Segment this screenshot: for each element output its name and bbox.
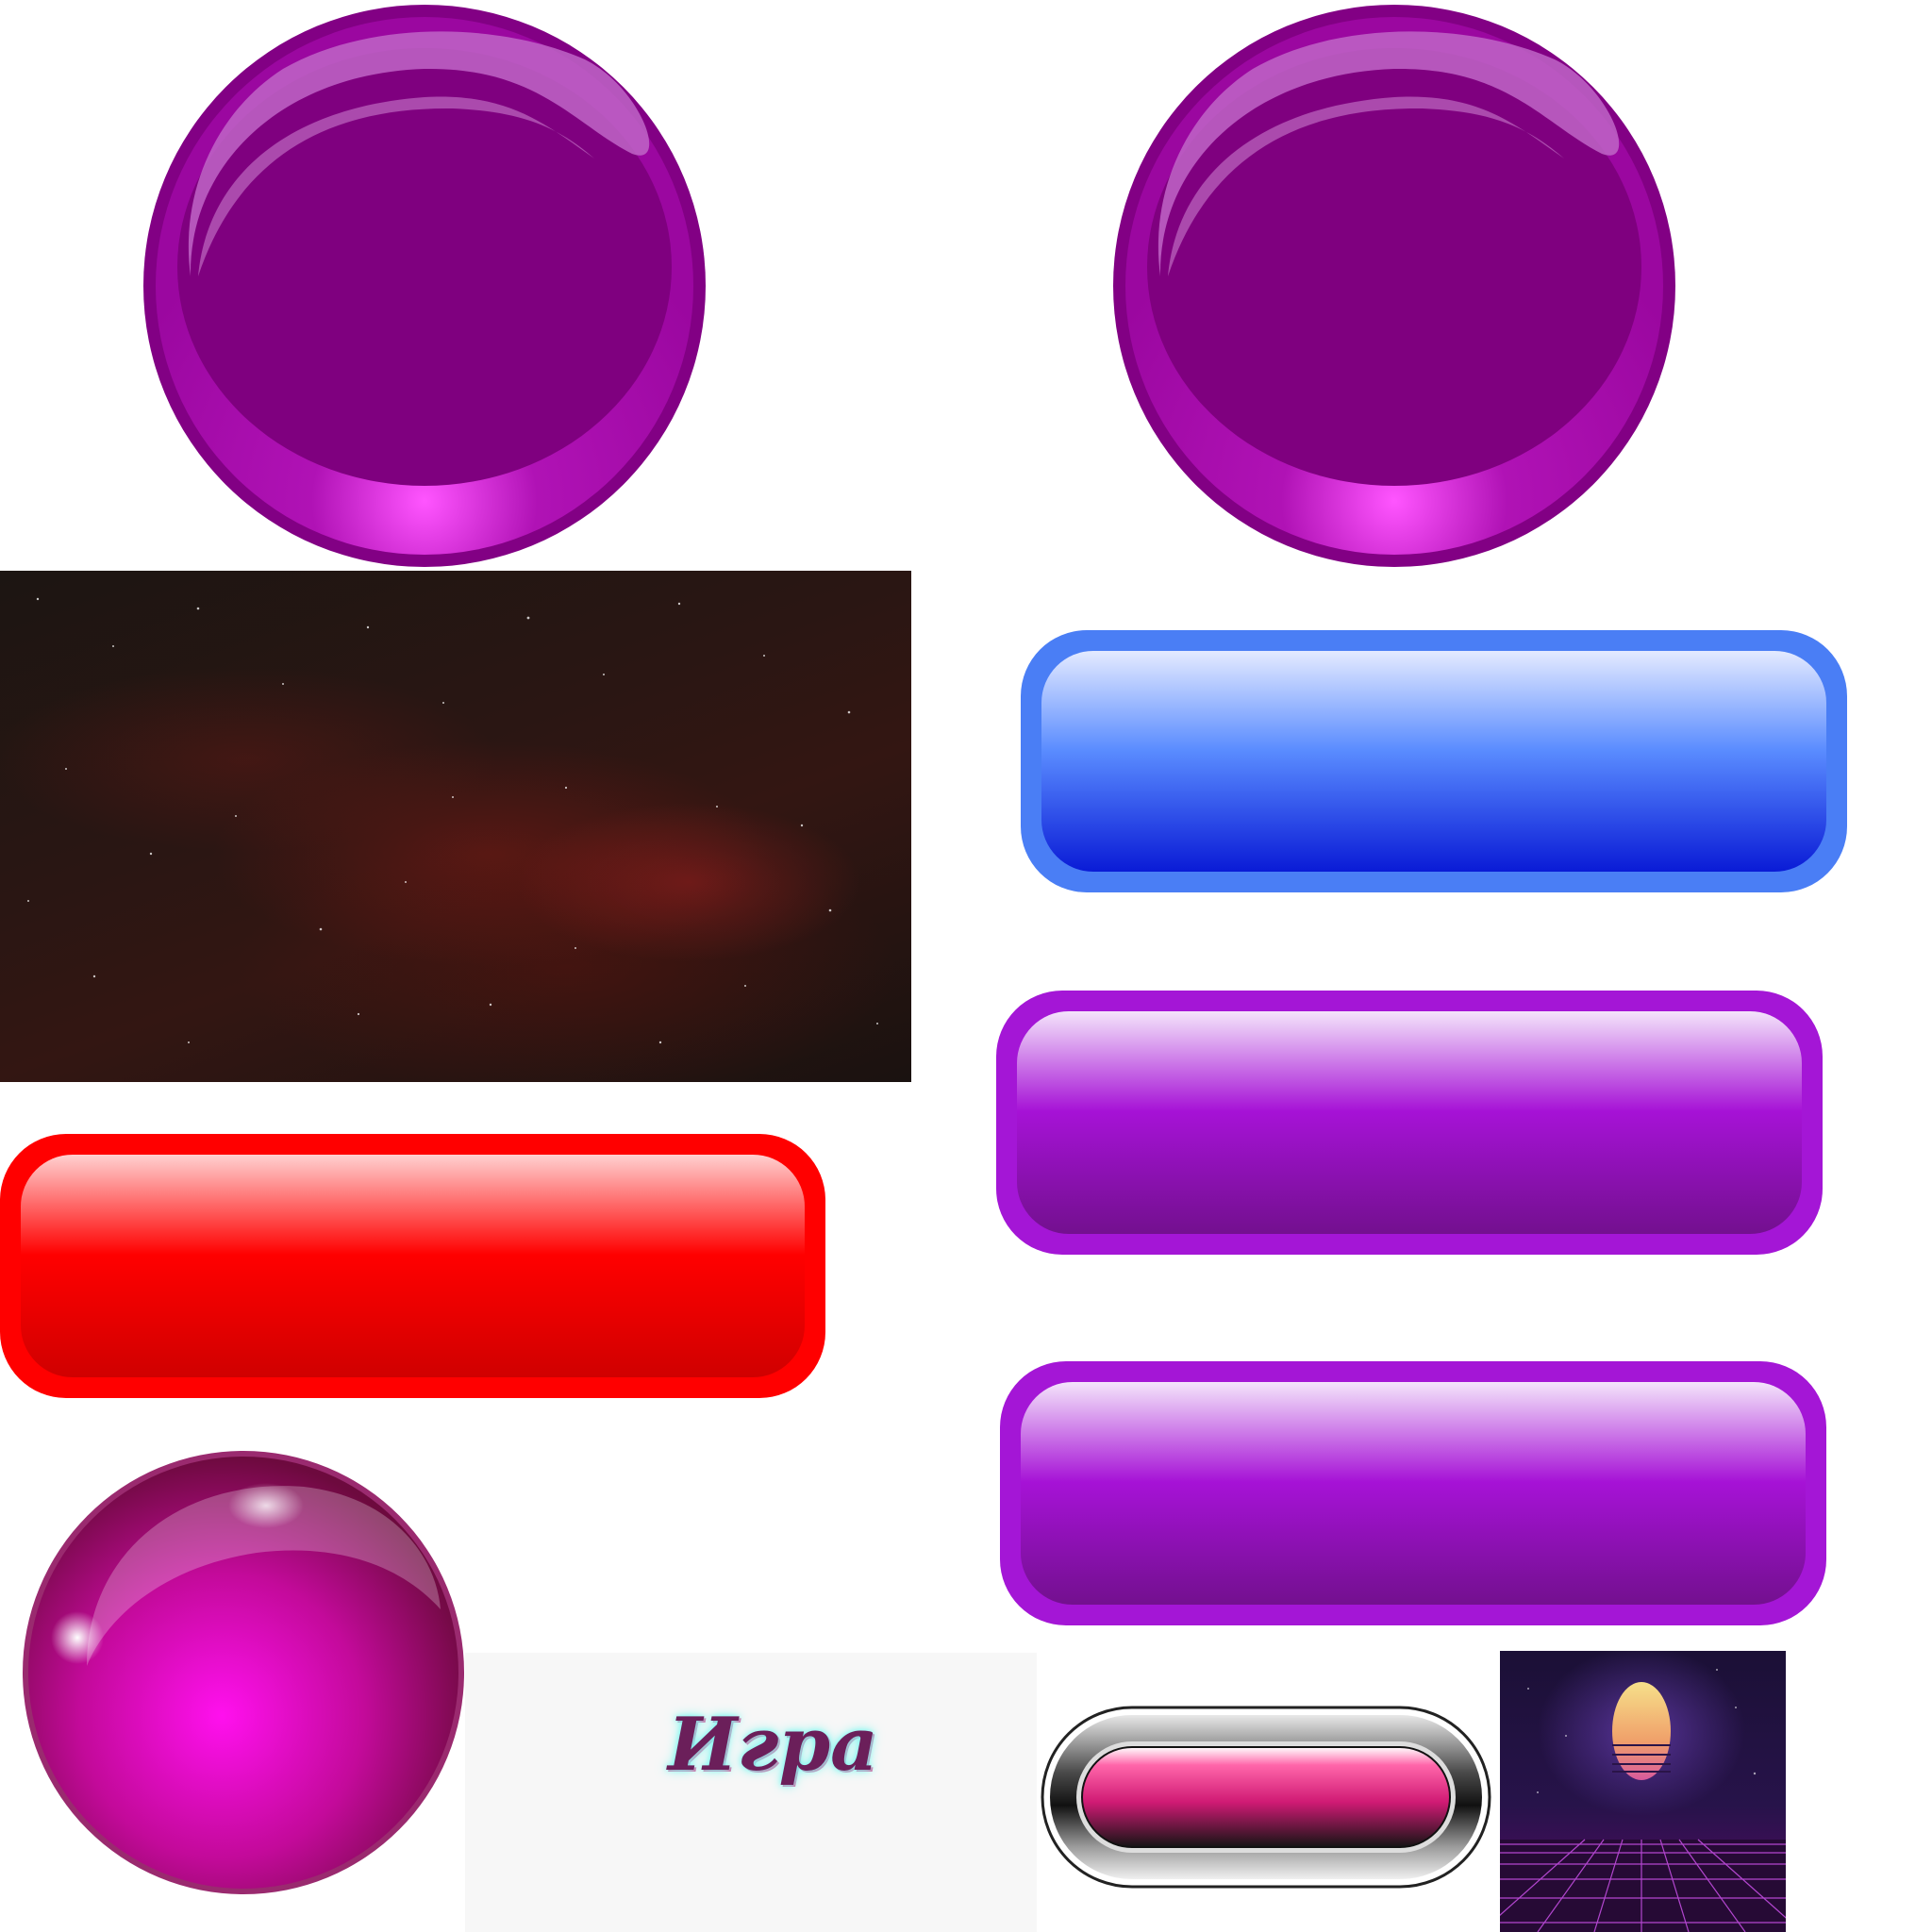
purple-round-button[interactable]: [142, 3, 708, 569]
pink-orb-graphic: [23, 1451, 464, 1894]
purple-rect-button[interactable]: [1000, 1361, 1826, 1625]
round-button-graphic: [1113, 5, 1675, 567]
starfield: [27, 597, 878, 1044]
purple-round-button[interactable]: [1111, 3, 1677, 569]
purple-button-graphic: [996, 991, 1823, 1255]
space-background-image: [0, 571, 911, 1082]
chrome-pink-button[interactable]: [1041, 1706, 1491, 1889]
purple-button-graphic: [1000, 1361, 1826, 1625]
round-button-graphic: [143, 5, 706, 567]
igra-logo-text: Игра: [668, 1702, 878, 1788]
blue-rect-button[interactable]: [1021, 630, 1847, 892]
blue-button-graphic: [1021, 630, 1847, 892]
synthwave-scene: [1500, 1651, 1786, 1932]
red-rect-button[interactable]: [0, 1134, 825, 1398]
red-button-graphic: [0, 1134, 825, 1398]
chrome-button-graphic: [1041, 1706, 1491, 1889]
pink-orb-button[interactable]: [21, 1449, 466, 1896]
purple-rect-button[interactable]: [996, 991, 1823, 1255]
logo-panel: Игра: [465, 1653, 1037, 1932]
synthwave-background-image: [1500, 1651, 1786, 1932]
